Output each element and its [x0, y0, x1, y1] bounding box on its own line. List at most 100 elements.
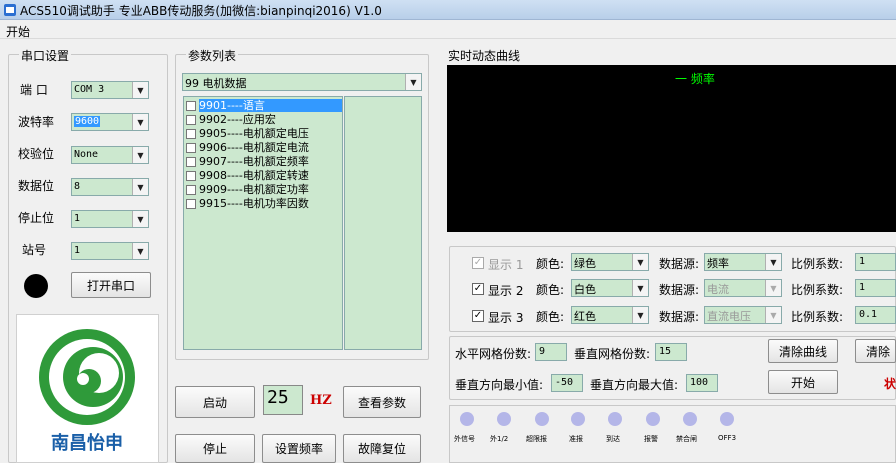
stopbits-label: 停止位	[18, 211, 55, 225]
show-1-checkbox[interactable]: ✓	[472, 257, 484, 269]
show-3-checkbox[interactable]: ✓	[472, 310, 484, 322]
chevron-down-icon[interactable]: ▼	[132, 211, 148, 227]
trace-1-source-select[interactable]: 频率 ▼	[704, 253, 782, 271]
chevron-down-icon[interactable]: ▼	[405, 74, 421, 90]
scale-label: 比例系数:	[791, 310, 844, 324]
led-label: 外信号	[454, 435, 475, 443]
chevron-down-icon[interactable]: ▼	[132, 147, 148, 163]
list-item[interactable]: 9908----电机额定转速	[186, 169, 309, 182]
open-port-button[interactable]: 打开串口	[71, 272, 151, 298]
station-value: 1	[74, 245, 81, 256]
start-curve-button[interactable]: 开始	[768, 370, 838, 394]
trace-2-source-select[interactable]: 电流 ▼	[704, 279, 782, 297]
chevron-down-icon[interactable]: ▼	[765, 254, 781, 270]
view-params-button[interactable]: 查看参数	[343, 386, 421, 418]
checkbox[interactable]	[186, 170, 196, 181]
parity-label: 校验位	[18, 147, 55, 161]
led-indicator-icon	[608, 412, 622, 426]
frequency-unit: HZ	[310, 393, 332, 408]
baud-label: 波特率	[18, 115, 55, 129]
curve-plot: 一 频率	[447, 65, 896, 232]
list-item[interactable]: 9902----应用宏	[186, 113, 276, 126]
trace-2-color-select[interactable]: 白色 ▼	[571, 279, 649, 297]
list-item[interactable]: 9915----电机功率因数	[186, 197, 309, 210]
port-select[interactable]: COM 3 ▼	[71, 81, 149, 99]
checkbox[interactable]	[186, 184, 196, 195]
chevron-down-icon[interactable]: ▼	[765, 307, 781, 323]
led-label: 到达	[606, 435, 620, 443]
list-item[interactable]: 9906----电机额定电流	[186, 141, 309, 154]
clear-curve-button[interactable]: 清除曲线	[768, 339, 838, 363]
v-grid-input[interactable]: 15	[655, 343, 687, 361]
led-indicator-icon	[683, 412, 697, 426]
led-label: 禁合闸	[676, 435, 697, 443]
fault-reset-button[interactable]: 故障复位	[343, 434, 421, 463]
color-label: 颜色:	[536, 257, 565, 271]
chevron-down-icon[interactable]: ▼	[632, 280, 648, 296]
led-indicator-icon	[571, 412, 585, 426]
trace-3-scale-input[interactable]: 0.1	[855, 306, 896, 324]
checkbox[interactable]	[186, 156, 196, 167]
trace-1-color-select[interactable]: 绿色 ▼	[571, 253, 649, 271]
param-group-select[interactable]: 99 电机数据 ▼	[182, 73, 422, 91]
checkbox[interactable]	[186, 100, 196, 111]
list-item[interactable]: 9909----电机额定功率	[186, 183, 309, 196]
chevron-down-icon[interactable]: ▼	[765, 280, 781, 296]
port-value: COM 3	[74, 84, 105, 95]
v-grid-label: 垂直网格份数:	[574, 347, 651, 361]
show-2-checkbox[interactable]: ✓	[472, 283, 484, 295]
stopbits-select[interactable]: 1 ▼	[71, 210, 149, 228]
h-grid-input[interactable]: 9	[535, 343, 567, 361]
color-label: 颜色:	[536, 283, 565, 297]
app-icon	[4, 4, 16, 16]
station-select[interactable]: 1 ▼	[71, 242, 149, 260]
v-max-label: 垂直方向最大值:	[590, 378, 679, 392]
trace-2-scale-input[interactable]: 1	[855, 279, 896, 297]
v-max-input[interactable]: 100	[686, 374, 718, 392]
serial-group-title: 串口设置	[19, 47, 72, 64]
chevron-down-icon[interactable]: ▼	[632, 254, 648, 270]
title-bar: ACS510调试助手 专业ABB传动服务(加微信:bianpinqi2016) …	[0, 0, 896, 20]
list-item[interactable]: 9907----电机额定频率	[186, 155, 309, 168]
databits-label: 数据位	[18, 179, 55, 193]
trace-3-source-select[interactable]: 直流电压 ▼	[704, 306, 782, 324]
trace-1-scale-input[interactable]: 1	[855, 253, 896, 271]
chevron-down-icon[interactable]: ▼	[132, 243, 148, 259]
v-min-input[interactable]: -50	[551, 374, 583, 392]
checkbox[interactable]	[186, 114, 196, 125]
led-indicator-icon	[535, 412, 549, 426]
show-2-label: 显示 2	[488, 284, 524, 298]
chevron-down-icon[interactable]: ▼	[132, 114, 148, 130]
baud-select[interactable]: 9600 ▼	[71, 113, 149, 131]
scale-label: 比例系数:	[791, 257, 844, 271]
checkbox[interactable]	[186, 142, 196, 153]
led-label: 外1/2	[490, 435, 509, 443]
led-label: 超限报	[526, 435, 547, 443]
chevron-down-icon[interactable]: ▼	[632, 307, 648, 323]
list-item[interactable]: 9905----电机额定电压	[186, 127, 309, 140]
clear-button[interactable]: 清除	[855, 339, 896, 363]
menu-bar: 开始	[0, 21, 896, 39]
databits-select[interactable]: 8 ▼	[71, 178, 149, 196]
source-label: 数据源:	[659, 283, 700, 297]
set-frequency-button[interactable]: 设置频率	[262, 434, 336, 463]
checkbox[interactable]	[186, 198, 196, 209]
chevron-down-icon[interactable]: ▼	[132, 82, 148, 98]
show-3-label: 显示 3	[488, 311, 524, 325]
show-1-label: 显示 1	[488, 258, 524, 272]
parity-select[interactable]: None ▼	[71, 146, 149, 164]
scale-label: 比例系数:	[791, 283, 844, 297]
status-led-panel: 外信号 外1/2 超限报 准报 到达 报警 禁合闸 OFF3	[449, 405, 896, 463]
checkbox[interactable]	[186, 128, 196, 139]
list-item[interactable]: 9901----语言	[186, 99, 342, 112]
stopbits-value: 1	[74, 213, 81, 224]
menu-start[interactable]: 开始	[6, 23, 30, 40]
led-label: OFF3	[718, 434, 737, 442]
trace-3-color-select[interactable]: 红色 ▼	[571, 306, 649, 324]
status-text: 状	[884, 377, 896, 391]
stop-button[interactable]: 停止	[175, 434, 255, 463]
led-indicator-icon	[720, 412, 734, 426]
start-button[interactable]: 启动	[175, 386, 255, 418]
frequency-input[interactable]: 25	[263, 385, 303, 415]
chevron-down-icon[interactable]: ▼	[132, 179, 148, 195]
